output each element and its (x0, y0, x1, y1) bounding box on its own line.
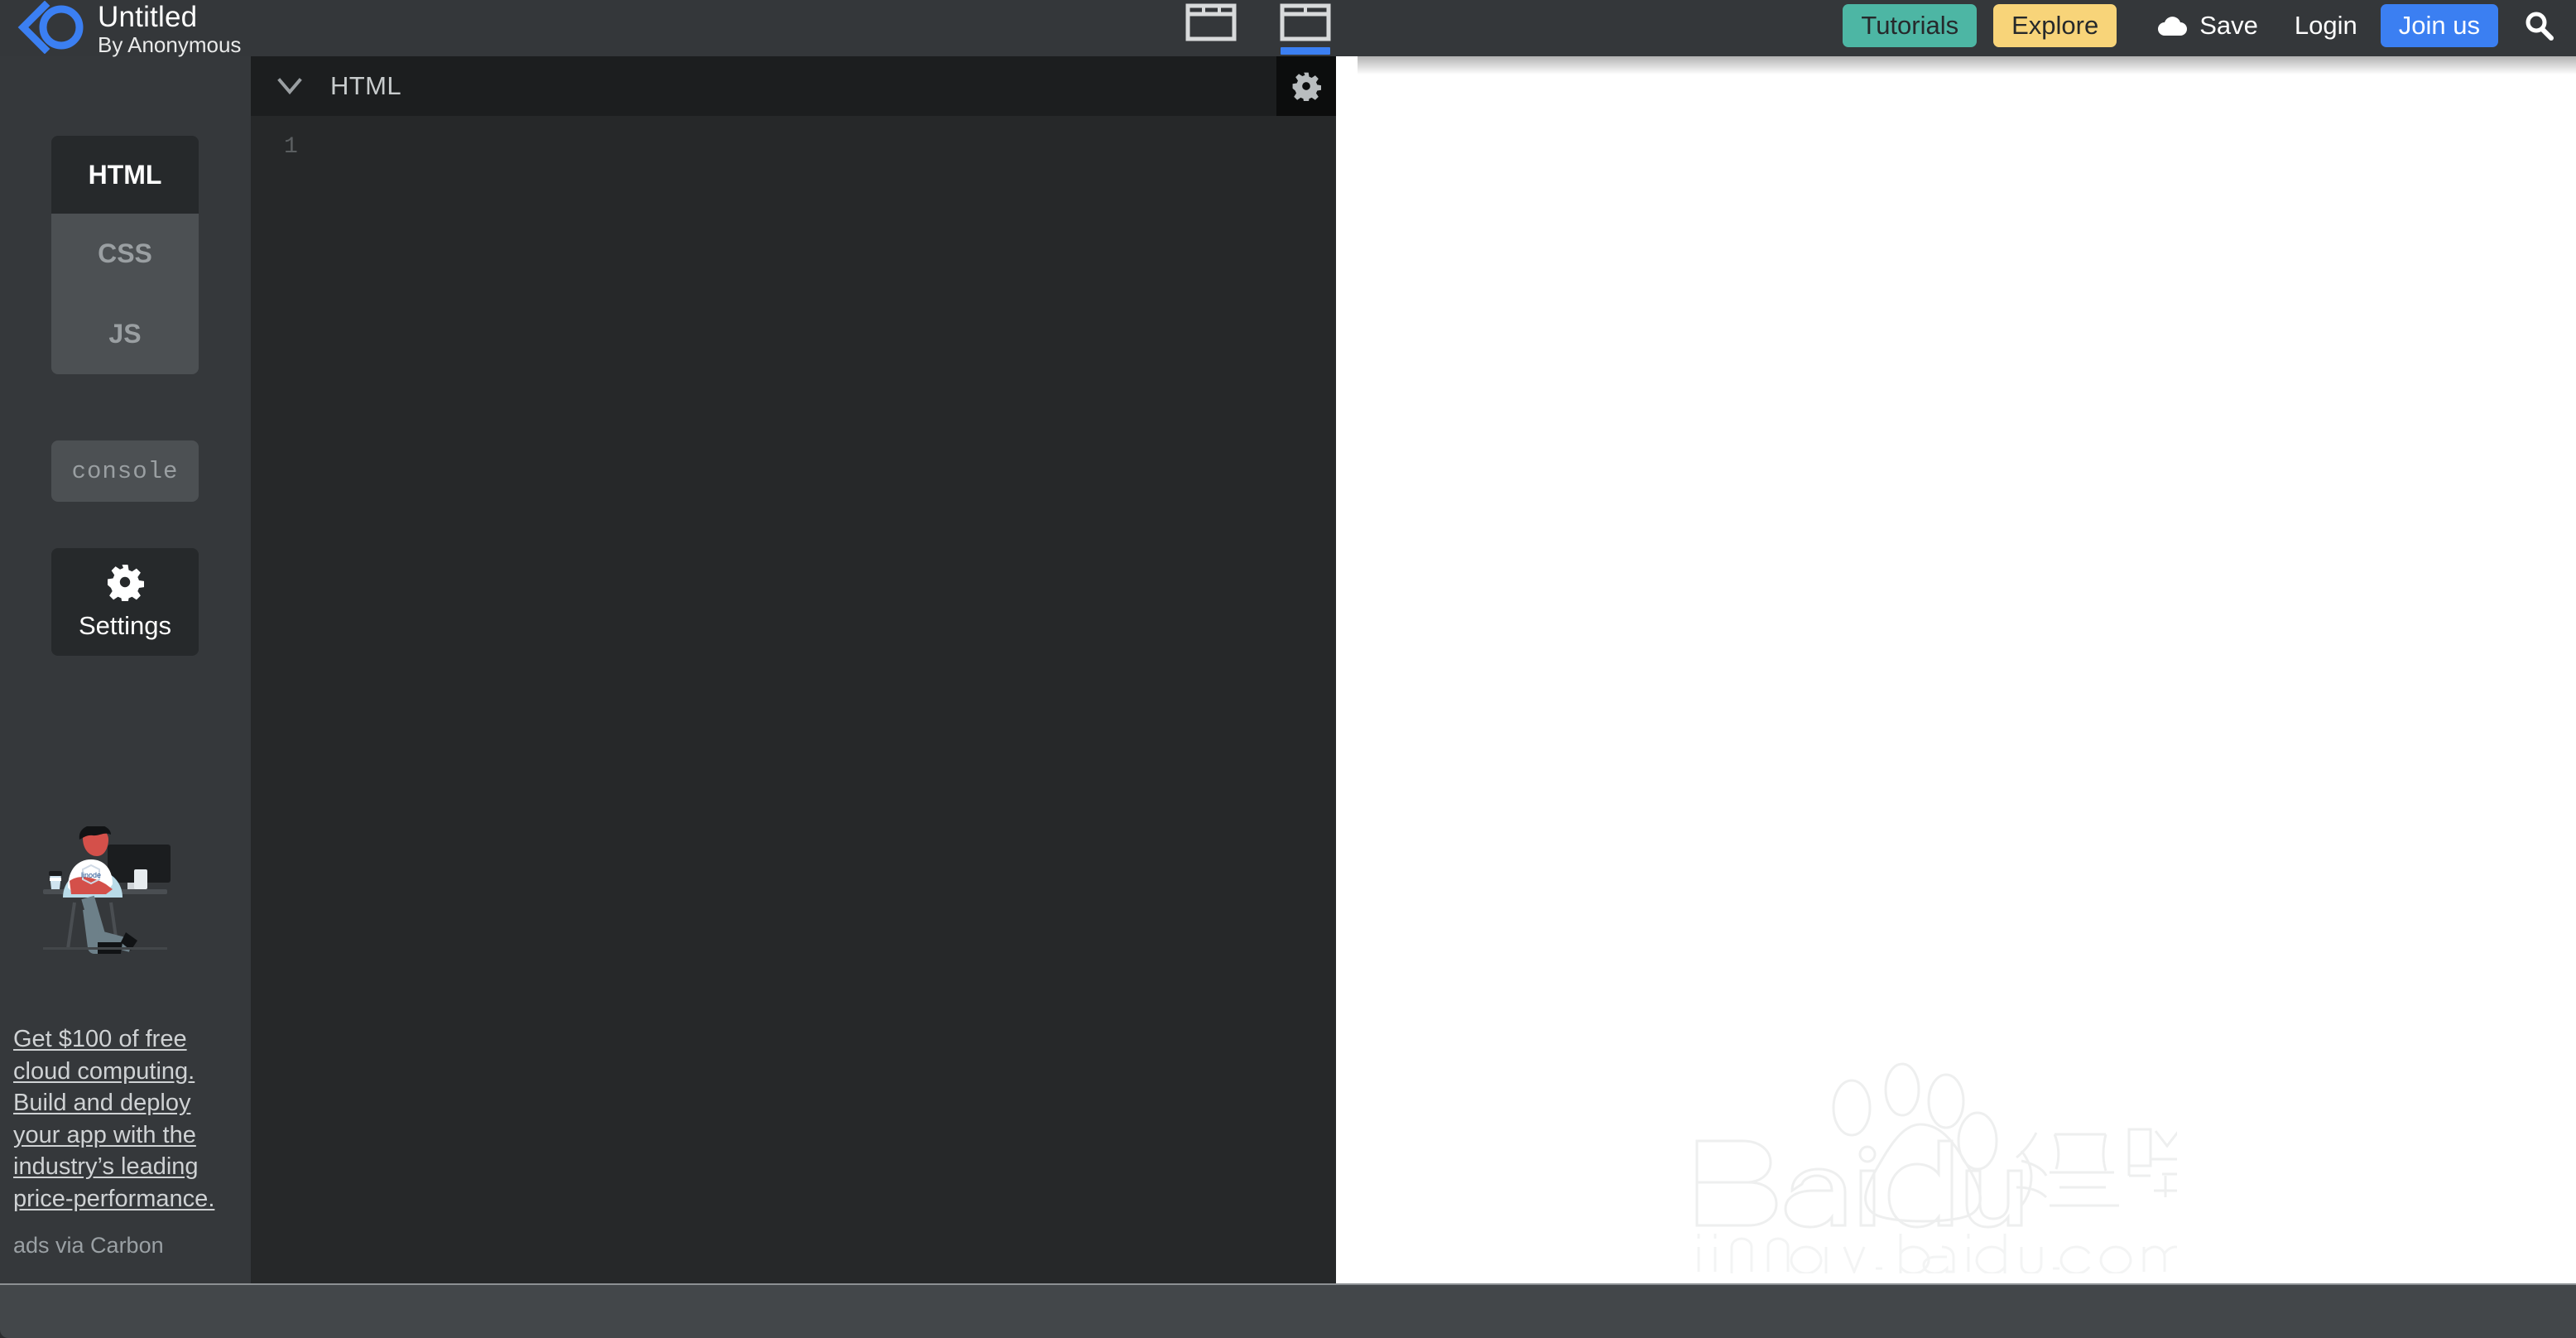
save-button[interactable]: Save (2156, 11, 2258, 41)
editor-title: HTML (330, 71, 401, 100)
top-header: Untitled By Anonymous Tutorials Explore (0, 0, 2576, 57)
page-title[interactable]: Untitled (98, 1, 241, 33)
project-title-block: Untitled By Anonymous (98, 0, 241, 57)
settings-label: Settings (78, 611, 171, 640)
editor-settings-button[interactable] (1276, 56, 1336, 116)
layout-editor-preview-button[interactable] (1280, 0, 1331, 55)
code-editor-area[interactable]: 1 (251, 116, 1336, 1283)
app-logo[interactable] (0, 0, 98, 56)
person-at-desk-illustration: linode (18, 826, 209, 1015)
html-editor-pane: HTML 1 (251, 56, 1336, 1283)
sidebar-item-html[interactable]: HTML (51, 136, 199, 214)
language-tab-group: HTML CSS JS (51, 136, 199, 374)
layout-columns-icon (1185, 3, 1237, 41)
console-button[interactable]: console (51, 440, 199, 502)
cloud-icon (2158, 17, 2188, 36)
save-label: Save (2199, 11, 2258, 40)
layout-rows-icon (1280, 3, 1331, 41)
svg-text:linode: linode (81, 871, 101, 879)
preview-pane[interactable] (1358, 56, 2576, 1283)
settings-button[interactable]: Settings (51, 548, 199, 656)
pane-gap (1336, 56, 1358, 1283)
chevron-down-icon[interactable] (272, 69, 307, 103)
left-sidebar: HTML CSS JS console Settings linode Get … (0, 56, 251, 1283)
baidu-watermark-icon (1695, 1062, 2177, 1273)
carbon-ad-text[interactable]: Get $100 of free cloud computing. Build … (13, 1023, 238, 1215)
carbon-ad-via[interactable]: ads via Carbon (13, 1233, 238, 1259)
preview-top-shadow (1358, 56, 2576, 75)
join-us-button[interactable]: Join us (2380, 4, 2498, 47)
gear-icon (1292, 72, 1321, 101)
back-circle-logo-icon (17, 1, 84, 54)
project-author: By Anonymous (98, 32, 242, 58)
layout-toggle-group (1185, 0, 1331, 55)
line-number: 1 (284, 134, 298, 160)
tutorials-button[interactable]: Tutorials (1843, 4, 1978, 47)
gear-icon (108, 565, 144, 601)
baidu-jingyan-watermark (1647, 1025, 2177, 1273)
editor-header: HTML (251, 56, 1336, 116)
sidebar-item-css[interactable]: CSS (51, 214, 199, 293)
sidebar-item-js[interactable]: JS (51, 293, 199, 374)
carbon-ad[interactable]: linode Get $100 of free cloud computing.… (0, 826, 251, 1259)
explore-button[interactable]: Explore (1993, 4, 2117, 47)
login-button[interactable]: Login (2295, 11, 2357, 41)
layout-split-view-button[interactable] (1185, 0, 1237, 41)
header-nav: Tutorials Explore Save Login Join us (1843, 0, 2554, 51)
status-bar (0, 1283, 2576, 1338)
search-icon[interactable] (2523, 10, 2554, 41)
active-layout-indicator (1281, 47, 1330, 55)
